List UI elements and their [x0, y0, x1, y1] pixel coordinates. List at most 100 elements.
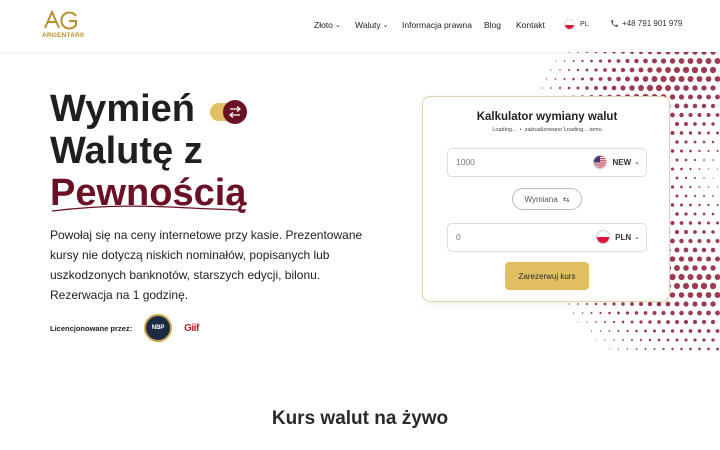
decorative-dot: [702, 212, 706, 216]
decorative-dot: [689, 185, 692, 189]
decorative-dot: [655, 84, 663, 92]
decorative-dot: [616, 59, 621, 63]
from-currency-select[interactable]: NEW ⌄: [593, 155, 640, 169]
decorative-dot: [716, 150, 719, 152]
to-amount-field[interactable]: 0 PLN ⌄: [447, 223, 647, 252]
to-amount-input[interactable]: 0: [456, 232, 461, 242]
decorative-dot: [642, 76, 649, 82]
decorative-dot: [715, 310, 720, 316]
decorative-dot: [701, 52, 707, 55]
decorative-dot: [710, 85, 716, 91]
decorative-dot: [674, 121, 680, 127]
decorative-dot: [711, 338, 715, 342]
decorative-dot: [700, 66, 708, 74]
decorative-dot: [678, 58, 685, 64]
language-label: PL: [580, 21, 589, 28]
decorative-dot: [689, 203, 692, 207]
decorative-dot: [635, 329, 638, 333]
nav-item-kontakt[interactable]: Kontakt: [516, 20, 545, 30]
language-switcher[interactable]: PL: [564, 19, 589, 30]
to-currency-select[interactable]: PLN ⌄: [596, 230, 640, 244]
decorative-dot: [674, 301, 680, 307]
license-row: Licencjonowane przez: NBP Giif: [50, 314, 199, 342]
reserve-rate-button[interactable]: Zarezerwuj kurs: [505, 262, 589, 290]
decorative-dot: [678, 273, 685, 281]
swap-currencies-button[interactable]: Wymiana ⇆: [512, 188, 582, 210]
decorative-dot: [683, 247, 689, 253]
decorative-dot: [670, 238, 675, 244]
decorative-dot: [706, 113, 711, 117]
decorative-dot: [541, 87, 543, 89]
decorative-dot: [608, 330, 611, 332]
nav-item-blog[interactable]: Blog: [484, 20, 501, 30]
decorative-dot: [711, 230, 715, 234]
decorative-dot: [706, 94, 711, 100]
decorative-dot: [696, 292, 703, 298]
decorative-dot: [693, 158, 697, 162]
decorative-dot: [612, 302, 616, 306]
decorative-dot: [585, 68, 589, 72]
nav-item-waluty[interactable]: Waluty ⌄: [355, 20, 389, 30]
decorative-dot: [607, 76, 612, 82]
decorative-dot: [617, 348, 620, 350]
decorative-dot: [697, 94, 702, 100]
decorative-dot: [697, 131, 702, 135]
decorative-dot: [589, 77, 594, 81]
phone-link[interactable]: +48 791 901 979: [610, 19, 682, 28]
decorative-dot: [693, 194, 697, 198]
decorative-dot: [616, 76, 621, 82]
nav-item-label: Złoto: [314, 20, 333, 30]
decorative-dot: [687, 273, 694, 281]
decorative-dot: [682, 282, 690, 290]
decorative-dot: [705, 76, 712, 82]
chevron-down-icon: ⌄: [634, 234, 640, 241]
giif-logo: Giif: [184, 323, 199, 334]
decorative-dot: [604, 339, 606, 341]
decorative-dot: [675, 338, 679, 342]
calculator-update-status: Loading... • zaktualizowano Loading... t…: [492, 127, 602, 133]
nav-item-zloto[interactable]: Złoto ⌄: [314, 20, 341, 30]
live-rates-section-title: Kurs walut na żywo: [271, 408, 449, 429]
decorative-dot: [696, 76, 703, 82]
decorative-dot: [630, 338, 634, 342]
decorative-dot: [703, 195, 705, 197]
decorative-dot: [563, 60, 566, 62]
decorative-dot: [687, 292, 694, 298]
decorative-dot: [633, 76, 640, 82]
decorative-dot: [625, 58, 630, 64]
decorative-dot: [661, 329, 666, 333]
nav-item-informacja-prawna[interactable]: Informacja prawna: [402, 20, 472, 30]
decorative-dot: [603, 320, 607, 324]
currency-calculator: Kalkulator wymiany walut Loading... • za…: [422, 96, 670, 302]
decorative-dot: [683, 301, 689, 307]
decorative-dot: [715, 94, 720, 100]
decorative-dot: [661, 310, 666, 316]
decorative-dot: [559, 303, 561, 305]
decorative-dot: [684, 194, 688, 198]
decorative-dot: [680, 167, 683, 171]
decorative-dot: [684, 122, 688, 126]
decorative-dot: [684, 212, 688, 216]
decorative-dot: [603, 302, 607, 306]
decorative-dot: [679, 329, 684, 333]
decorative-dot: [710, 247, 716, 253]
decorative-dot: [687, 256, 694, 262]
decorative-dot: [701, 301, 707, 307]
decorative-dot: [669, 58, 676, 64]
decorative-dot: [626, 329, 629, 333]
decorative-dot: [697, 238, 702, 244]
decorative-dot: [572, 312, 575, 314]
from-amount-input[interactable]: 1000: [456, 157, 475, 167]
decorative-dot: [710, 103, 716, 109]
decorative-dot: [715, 239, 720, 243]
poland-flag-icon: [564, 19, 575, 30]
logo[interactable]: ARGENTARII: [42, 10, 84, 42]
decorative-dot: [647, 301, 653, 307]
decorative-dot: [705, 57, 712, 65]
decorative-dot: [671, 347, 674, 351]
decorative-dot: [595, 339, 597, 341]
from-amount-field[interactable]: 1000 NEW ⌄: [447, 148, 647, 177]
decorative-dot: [682, 66, 690, 74]
phone-icon: [611, 20, 618, 27]
logo-mark-icon: [44, 10, 77, 30]
